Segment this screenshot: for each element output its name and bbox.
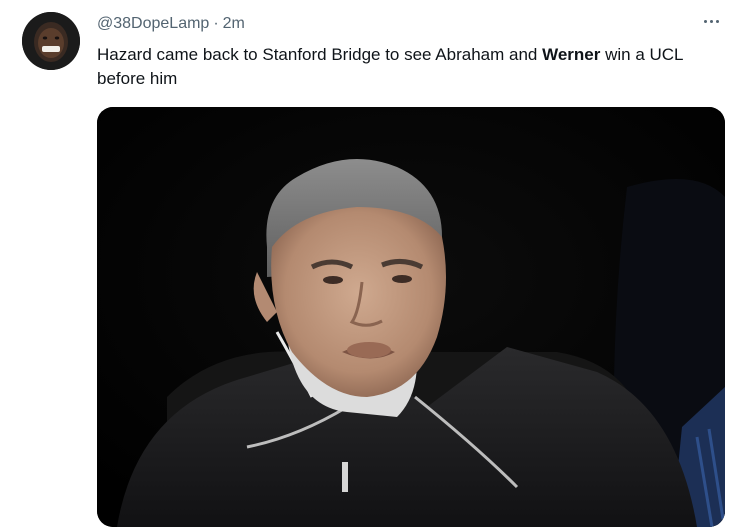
tweet-media-image[interactable]	[97, 107, 725, 527]
timestamp[interactable]: 2m	[223, 15, 245, 33]
user-handle[interactable]: @38DopeLamp	[97, 15, 209, 33]
separator: ·	[213, 15, 219, 32]
more-options-icon[interactable]	[698, 10, 724, 32]
tweet-text-bold: Werner	[542, 45, 601, 64]
avatar[interactable]	[22, 12, 80, 70]
tweet-card[interactable]: @38DopeLamp · 2m Hazard came back to Sta…	[0, 0, 740, 527]
tweet-text-part1: Hazard came back to Stanford Bridge to s…	[97, 45, 543, 64]
tweet-text: Hazard came back to Stanford Bridge to s…	[97, 43, 717, 91]
tweet-header: @38DopeLamp · 2m	[97, 13, 245, 35]
